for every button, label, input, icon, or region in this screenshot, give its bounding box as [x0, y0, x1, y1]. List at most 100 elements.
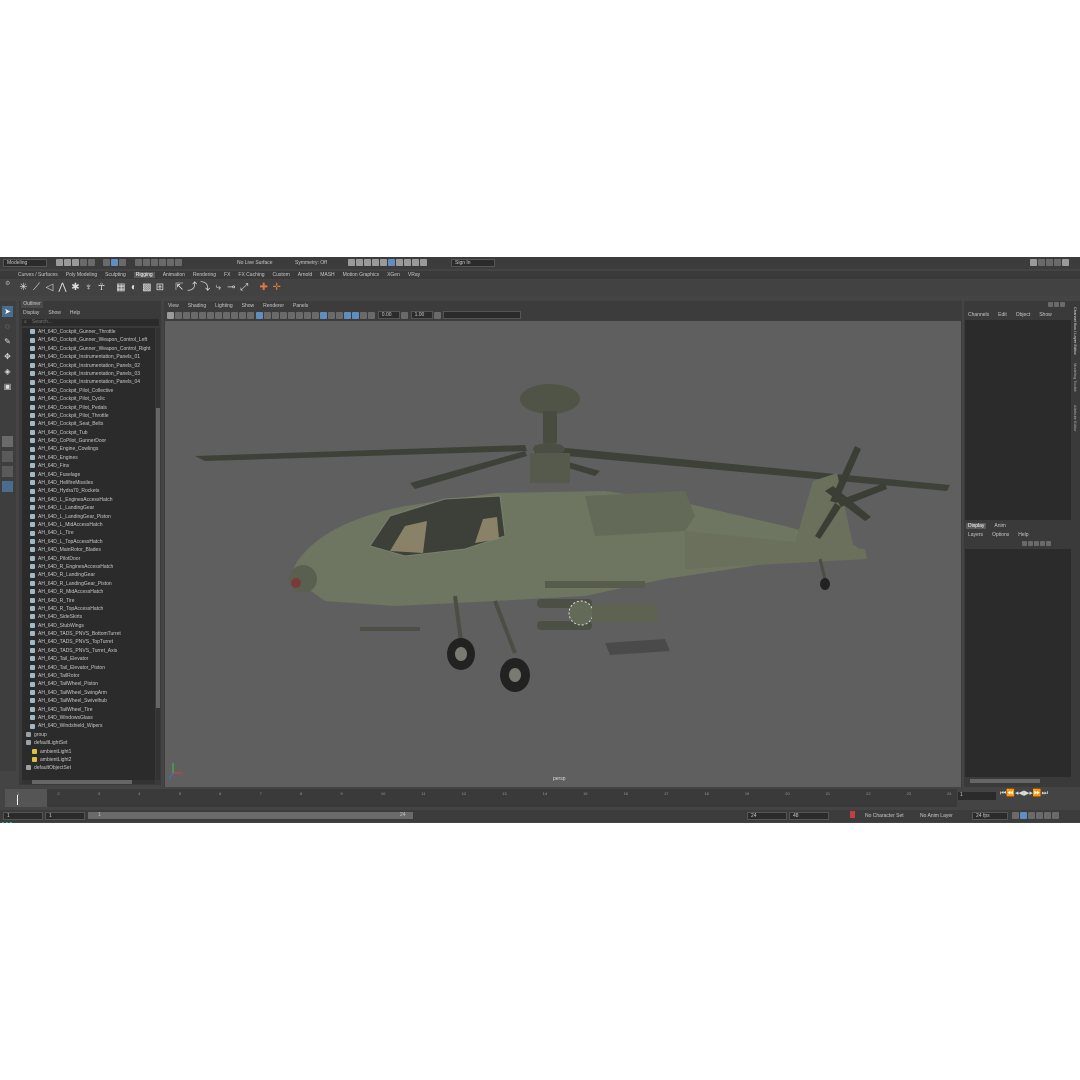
camera-icon[interactable] [167, 311, 174, 319]
four-view-icon[interactable] [2, 451, 13, 462]
side-tab-modeling-toolkit[interactable]: Modeling Toolkit [1072, 363, 1078, 392]
channel-box-float-icon[interactable] [1054, 302, 1059, 308]
smooth-skin-icon[interactable]: ◐ [128, 282, 139, 293]
layer-tab-display[interactable]: Display [966, 523, 987, 529]
aa-icon[interactable] [320, 311, 328, 319]
layer-options-icon[interactable] [1046, 541, 1051, 547]
new-layer-selected-icon[interactable] [1040, 541, 1045, 547]
bind-skin-icon[interactable]: ▦ [115, 282, 126, 293]
scale-tool-icon[interactable]: ▣ [2, 381, 13, 392]
outliner-item[interactable]: AH_64D_Cockpit_Pilot_Pedals [22, 404, 155, 412]
outliner-item[interactable]: AH_64D_TADS_PNVS_BottomTurret [22, 630, 155, 638]
shelf-tab-poly-modeling[interactable]: Poly Modeling [66, 272, 97, 278]
point-constraint-icon[interactable]: ⤴ [187, 282, 198, 293]
outliner-item[interactable]: AH_64D_WindowsGlass [22, 714, 155, 722]
outliner-item[interactable]: AH_64D_Cockpit_Pilot_Throttle [22, 412, 155, 420]
outliner-item[interactable]: AH_64D_Cockpit_Tub [22, 429, 155, 437]
parent-constraint-icon[interactable]: ⇱ [174, 282, 185, 293]
lights-icon[interactable] [288, 311, 296, 319]
loop-icon[interactable] [1012, 812, 1019, 819]
anim-layer-label[interactable]: No Anim Layer [920, 813, 953, 819]
outliner-item[interactable]: AH_64D_Cockpit_Pilot_Collective [22, 387, 155, 395]
outliner-item[interactable]: AH_64D_Cockpit_Gunner_Weapon_Control_Rig… [22, 345, 155, 353]
channel-box-settings-icon[interactable] [1048, 302, 1053, 308]
outliner-item[interactable]: AH_64D_Engines [22, 454, 155, 462]
outliner-item[interactable]: AH_64D_Cockpit_Instrumentation_Panels_02 [22, 362, 155, 370]
character-set-label[interactable]: No Character Set [865, 813, 904, 819]
shelf-tab-custom[interactable]: Custom [273, 272, 290, 278]
shelf-tab-fx-caching[interactable]: FX Caching [238, 272, 264, 278]
create-joint-icon[interactable]: ✳ [18, 282, 29, 293]
safe-title-icon[interactable] [247, 311, 254, 319]
rotate-tool-icon[interactable]: ◈ [2, 366, 13, 377]
playback-start-field[interactable]: 1 [45, 812, 85, 820]
layer-menu-options[interactable]: Options [992, 532, 1009, 538]
ipr-render-icon[interactable] [356, 259, 363, 266]
outliner-item[interactable]: AH_64D_TADS_PNVS_Turret_Axis [22, 647, 155, 655]
settings-icon[interactable] [1052, 812, 1059, 819]
hypershade-icon[interactable] [372, 259, 379, 266]
shelf-tab-motion-graphics[interactable]: Motion Graphics [343, 272, 379, 278]
ik-handle-icon[interactable]: ⟋ [31, 282, 42, 293]
sound-icon[interactable] [1036, 812, 1043, 819]
outliner-title-tab[interactable]: Outliner [21, 301, 43, 308]
quick-rig-icon[interactable]: ✱ [70, 282, 81, 293]
viewport-menu-show[interactable]: Show [242, 303, 255, 309]
textured-icon[interactable] [280, 311, 288, 319]
render-frame-icon[interactable] [348, 259, 355, 266]
render-view-icon[interactable] [380, 259, 387, 266]
outliner-item[interactable]: AH_64D_TADS_PNVS_TopTurret [22, 638, 155, 646]
arnold-render-icon[interactable] [388, 259, 395, 266]
outliner-item[interactable]: AH_64D_Cockpit_Instrumentation_Panels_04 [22, 378, 155, 386]
lattice-icon[interactable]: ▩ [141, 282, 152, 293]
motion-blur-icon[interactable] [312, 311, 320, 319]
film-gate-icon[interactable] [207, 311, 214, 319]
outliner-item[interactable]: AH_64D_PilotDoor [22, 555, 155, 563]
shelf-tab-curves-surfaces[interactable]: Curves / Surfaces [18, 272, 58, 278]
outliner-item[interactable]: AH_64D_HellfireMissiles [22, 479, 155, 487]
outliner-item[interactable]: AH_64D_Windshield_Wipers [22, 722, 155, 730]
toggle-channel-box-icon[interactable] [1062, 259, 1069, 266]
select-hierarchy-icon[interactable] [103, 259, 111, 266]
field-chart-icon[interactable] [231, 311, 238, 319]
redo-icon[interactable] [88, 259, 95, 266]
resolution-gate-icon[interactable] [215, 311, 222, 319]
layer-move-down-icon[interactable] [1028, 541, 1033, 547]
outliner-item[interactable]: AH_64D_L_Tire [22, 529, 155, 537]
snap-curve-icon[interactable] [142, 259, 150, 266]
safe-action-icon[interactable] [239, 311, 246, 319]
outliner-item[interactable]: AH_64D_TailWheel_SwingArm [22, 689, 155, 697]
outliner-item[interactable]: AH_64D_R_TopAccessHatch [22, 605, 155, 613]
outliner-item[interactable]: AH_64D_Cockpit_Pilot_Cyclic [22, 395, 155, 403]
go-to-end-icon[interactable]: ⏭ [1042, 790, 1048, 797]
outliner-item[interactable]: defaultObjectSet [22, 764, 155, 772]
human-ik-icon[interactable]: ♆ [83, 282, 94, 293]
orient-constraint-icon[interactable]: ⤵ [200, 282, 211, 293]
toggle-outliner-icon[interactable] [1038, 259, 1045, 266]
viewport-menu-lighting[interactable]: Lighting [215, 303, 233, 309]
viewport-menu-panels[interactable]: Panels [293, 303, 308, 309]
key-settings-icon[interactable] [1028, 812, 1035, 819]
layer-list[interactable] [965, 549, 1071, 777]
layer-tab-anim[interactable]: Anim [994, 523, 1005, 529]
viewport-menu-shading[interactable]: Shading [188, 303, 206, 309]
move-tool-icon[interactable]: ✥ [2, 351, 13, 362]
step-forward-key-icon[interactable]: ⏩ [1033, 790, 1042, 797]
sign-in-dropdown[interactable]: Sign In [451, 259, 495, 267]
select-object-icon[interactable] [111, 259, 119, 266]
side-tab-attribute-editor[interactable]: Attribute Editor [1072, 405, 1078, 431]
shelf-tab-fx[interactable]: FX [224, 272, 230, 278]
ao-icon[interactable] [304, 311, 312, 319]
camera-attr-icon[interactable] [175, 311, 182, 319]
skeleton-icon[interactable]: ☥ [96, 282, 107, 293]
mode-dropdown[interactable]: Modeling [3, 259, 47, 267]
layout-icon[interactable] [2, 481, 13, 492]
outliner-item[interactable]: AH_64D_Cockpit_Seat_Belts [22, 420, 155, 428]
snap-surface-icon[interactable] [166, 259, 174, 266]
new-scene-icon[interactable] [56, 259, 63, 266]
outliner-item[interactable]: AH_64D_Cockpit_Gunner_Weapon_Control_Lef… [22, 336, 155, 344]
step-back-key-icon[interactable]: ⏪ [1006, 790, 1015, 797]
backface-icon[interactable] [360, 311, 368, 319]
pause-icon[interactable] [420, 259, 427, 266]
outliner-item[interactable]: AH_64D_L_EnginesAccessHatch [22, 496, 155, 504]
